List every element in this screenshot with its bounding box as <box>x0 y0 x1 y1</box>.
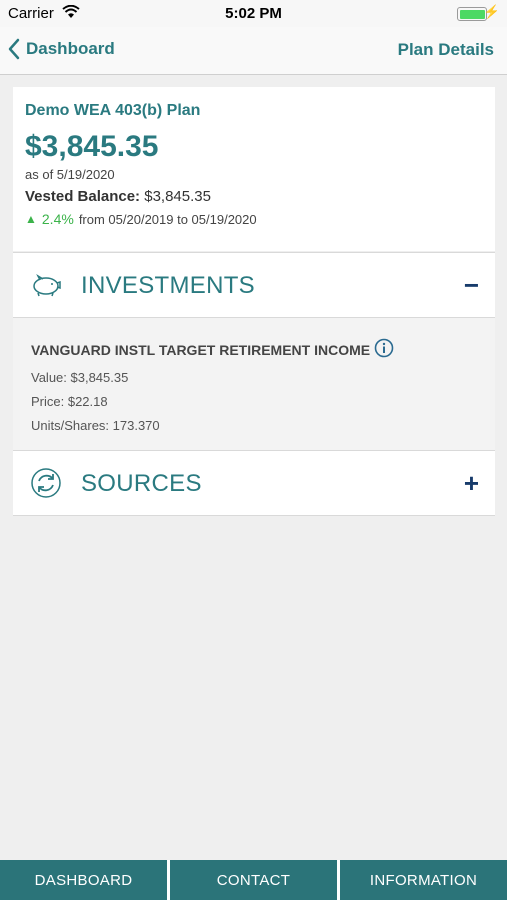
change-percent: 2.4% <box>41 211 74 227</box>
fund-name-row: VANGUARD INSTL TARGET RETIREMENT INCOME <box>31 338 477 361</box>
tab-dashboard[interactable]: DASHBOARD <box>0 860 167 900</box>
change-range: from 05/20/2019 to 05/19/2020 <box>78 211 257 227</box>
investments-section-header[interactable]: INVESTMENTS − <box>13 252 495 318</box>
fund-value: Value: $3,845.35 <box>31 370 129 385</box>
tab-contact[interactable]: CONTACT <box>170 860 337 900</box>
info-icon[interactable] <box>374 338 394 361</box>
chevron-left-icon <box>8 38 20 60</box>
sources-title: SOURCES <box>81 470 202 497</box>
charging-icon: ⚡ <box>483 4 500 19</box>
plan-summary-card: Demo WEA 403(b) Plan $3,845.35 as of 5/1… <box>13 87 495 251</box>
investments-title: INVESTMENTS <box>81 272 255 299</box>
balance-change: ▲ 2.4% from 05/20/2019 to 05/19/2020 <box>25 211 483 227</box>
bottom-tab-bar: DASHBOARD CONTACT INFORMATION <box>0 860 507 900</box>
plan-name: Demo WEA 403(b) Plan <box>25 102 201 119</box>
balance-as-of: as of 5/19/2020 <box>25 167 115 182</box>
battery-icon <box>457 7 487 21</box>
expand-icon[interactable]: + <box>464 468 479 499</box>
vested-label: Vested Balance: <box>25 188 141 205</box>
fund-name: VANGUARD INSTL TARGET RETIREMENT INCOME <box>31 341 371 358</box>
fund-price: Price: $22.18 <box>31 394 108 409</box>
back-label: Dashboard <box>26 39 115 58</box>
back-button[interactable]: Dashboard <box>8 38 115 60</box>
up-arrow-icon: ▲ <box>25 212 37 226</box>
piggy-bank-icon <box>29 268 63 307</box>
tab-information[interactable]: INFORMATION <box>340 860 507 900</box>
vested-value: $3,845.35 <box>144 188 211 205</box>
sources-section-header[interactable]: SOURCES + <box>13 450 495 516</box>
fund-units: Units/Shares: 173.370 <box>31 418 160 433</box>
collapse-icon[interactable]: − <box>464 270 479 301</box>
account-balance: $3,845.35 <box>25 130 159 163</box>
investment-item: VANGUARD INSTL TARGET RETIREMENT INCOME … <box>13 318 495 450</box>
vested-balance: Vested Balance: $3,845.35 <box>25 188 483 205</box>
status-bar: Carrier 5:02 PM ⚡ <box>0 0 507 27</box>
plan-details-button[interactable]: Plan Details <box>398 40 494 60</box>
navigation-bar: Dashboard Plan Details <box>0 27 507 75</box>
clock: 5:02 PM <box>225 5 282 22</box>
refresh-icon <box>29 466 63 505</box>
